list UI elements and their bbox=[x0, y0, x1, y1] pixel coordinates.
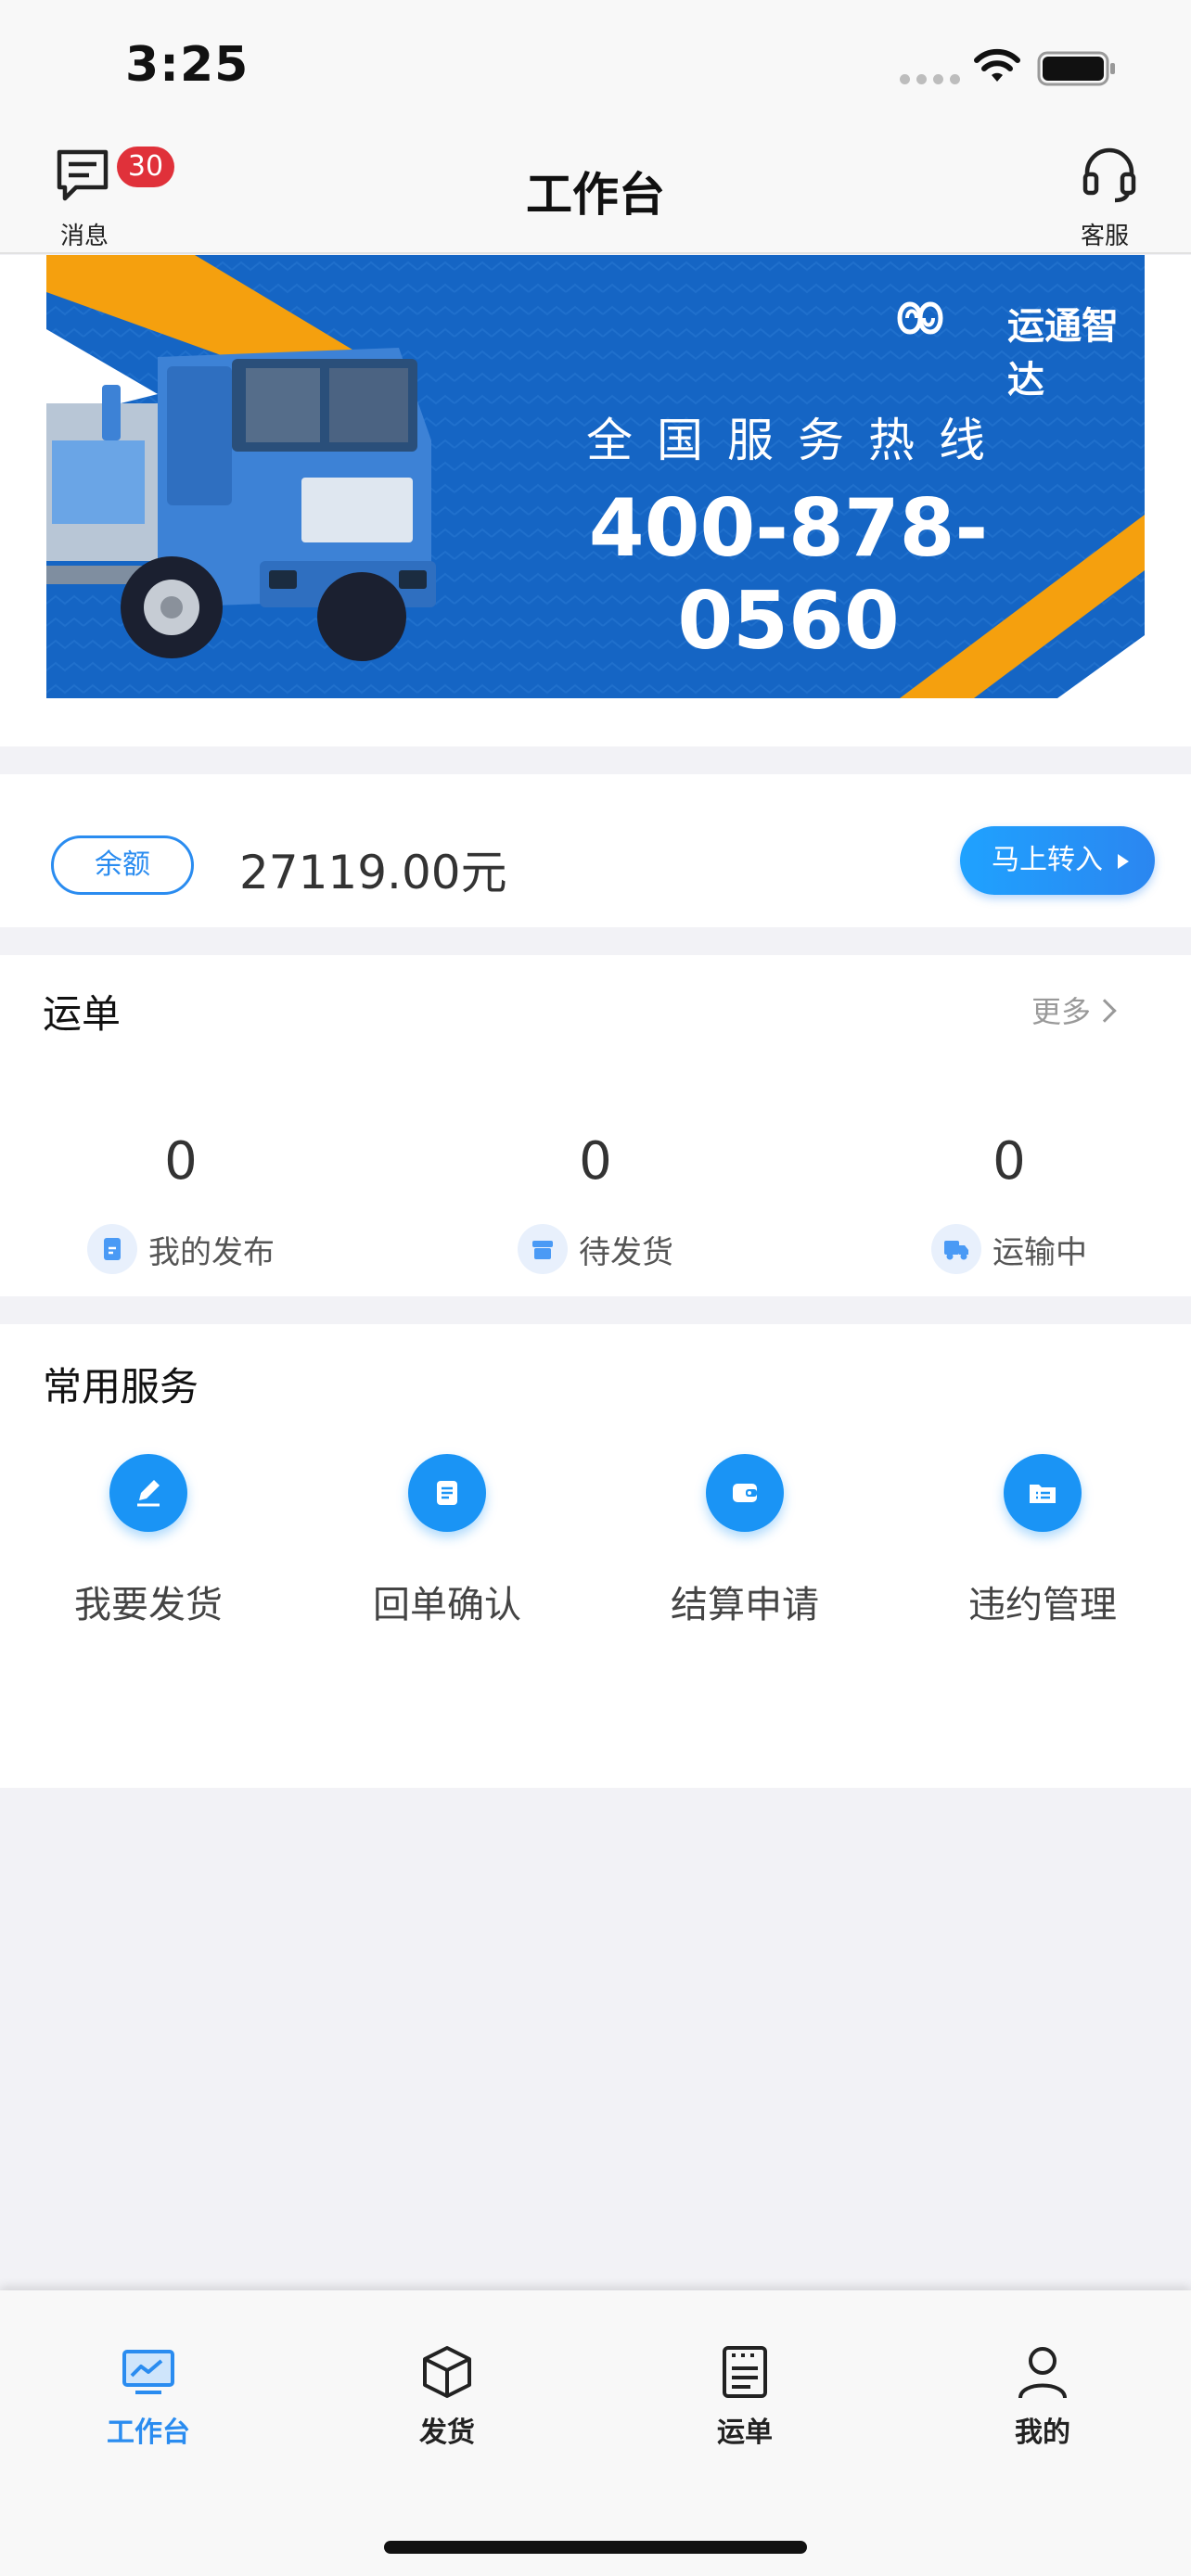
play-arrow-icon bbox=[1118, 854, 1129, 869]
status-bar: 3:25 bbox=[0, 0, 1191, 130]
balance-label: 余额 bbox=[51, 835, 194, 895]
stat-label: 我的发布 bbox=[148, 1233, 275, 1271]
waybill-card: 运单 更多 0 我的发布 0 待发货 0 运输中 bbox=[0, 955, 1191, 1296]
customer-service-button[interactable]: 客服 bbox=[1069, 139, 1152, 250]
stat-label: 待发货 bbox=[579, 1233, 673, 1271]
box-icon bbox=[423, 2346, 471, 2398]
services-card: 常用服务 我要发货 回单确认 结算申请 违约管理 bbox=[0, 1324, 1191, 1788]
wifi-icon bbox=[974, 48, 1020, 82]
brand-logo-icon bbox=[897, 301, 943, 335]
tab-label: 运单 bbox=[717, 2417, 773, 2449]
service-label: 我要发货 bbox=[74, 1584, 223, 1626]
stat-pending-shipment[interactable]: 0 待发货 bbox=[447, 1131, 744, 1274]
service-breach-management[interactable]: 违约管理 bbox=[931, 1454, 1154, 1639]
service-label: 违约管理 bbox=[968, 1584, 1117, 1626]
tab-bar: 工作台 发货 运单 我的 bbox=[0, 2290, 1191, 2576]
page-title: 工作台 bbox=[526, 168, 665, 222]
headset-icon bbox=[1082, 147, 1136, 203]
banner-hotline-label: 全国服务热线 bbox=[586, 414, 1009, 467]
person-icon bbox=[1018, 2347, 1067, 2399]
services-section-title: 常用服务 bbox=[43, 1364, 199, 1409]
stat-in-transit[interactable]: 0 运输中 bbox=[861, 1131, 1158, 1274]
transfer-in-button[interactable]: 马上转入 bbox=[960, 826, 1155, 895]
stat-value: 0 bbox=[992, 1131, 1026, 1192]
folder-list-icon bbox=[1004, 1454, 1082, 1532]
tab-label: 工作台 bbox=[107, 2417, 190, 2449]
wallet-icon bbox=[706, 1454, 784, 1532]
waybill-section-title: 运单 bbox=[43, 991, 122, 1037]
tab-mine[interactable]: 我的 bbox=[950, 2342, 1135, 2454]
customer-service-label: 客服 bbox=[1080, 223, 1129, 250]
banner-brand: 运通智达 bbox=[1007, 305, 1119, 402]
service-settlement-apply[interactable]: 结算申请 bbox=[634, 1454, 856, 1639]
service-ship-goods[interactable]: 我要发货 bbox=[37, 1454, 260, 1639]
balance-amount: 27119.00元 bbox=[239, 846, 507, 899]
waybill-more-link[interactable]: 更多 bbox=[1031, 988, 1117, 1031]
stat-value: 0 bbox=[579, 1131, 612, 1192]
battery-icon bbox=[1037, 51, 1115, 86]
receipt-icon bbox=[408, 1454, 486, 1532]
stat-label: 运输中 bbox=[992, 1233, 1087, 1271]
stat-my-published[interactable]: 0 我的发布 bbox=[32, 1131, 329, 1274]
banner-phone-number: 400-878-0560 bbox=[588, 482, 989, 668]
banner-section: 运通智达 全国服务热线 400-878-0560 bbox=[0, 255, 1191, 746]
tab-label: 我的 bbox=[1015, 2417, 1070, 2449]
tab-waybill[interactable]: 运单 bbox=[652, 2342, 838, 2454]
truck-illustration bbox=[46, 348, 436, 661]
balance-card: 余额 27119.00元 马上转入 bbox=[0, 774, 1191, 927]
archive-box-icon bbox=[518, 1224, 568, 1274]
edit-icon bbox=[109, 1454, 187, 1532]
service-label: 回单确认 bbox=[373, 1584, 521, 1626]
truck-icon bbox=[931, 1224, 981, 1274]
status-time: 3:25 bbox=[125, 37, 250, 93]
monitor-chart-icon bbox=[122, 2350, 174, 2394]
tab-label: 发货 bbox=[419, 2417, 475, 2449]
nav-bar: 消息 30 工作台 客服 bbox=[0, 130, 1191, 254]
tab-ship[interactable]: 发货 bbox=[354, 2342, 540, 2454]
transfer-in-label: 马上转入 bbox=[992, 844, 1103, 876]
home-indicator bbox=[384, 2541, 807, 2554]
service-receipt-confirm[interactable]: 回单确认 bbox=[336, 1454, 558, 1639]
chevron-right-icon bbox=[1093, 999, 1117, 1023]
bookmark-doc-icon bbox=[87, 1224, 137, 1274]
stat-value: 0 bbox=[164, 1131, 198, 1192]
document-list-icon bbox=[723, 2346, 767, 2398]
signal-icon bbox=[900, 74, 960, 84]
tab-workbench[interactable]: 工作台 bbox=[56, 2342, 241, 2454]
more-label: 更多 bbox=[1031, 994, 1092, 1029]
service-label: 结算申请 bbox=[671, 1584, 819, 1626]
promo-banner[interactable]: 运通智达 全国服务热线 400-878-0560 bbox=[46, 255, 1145, 698]
